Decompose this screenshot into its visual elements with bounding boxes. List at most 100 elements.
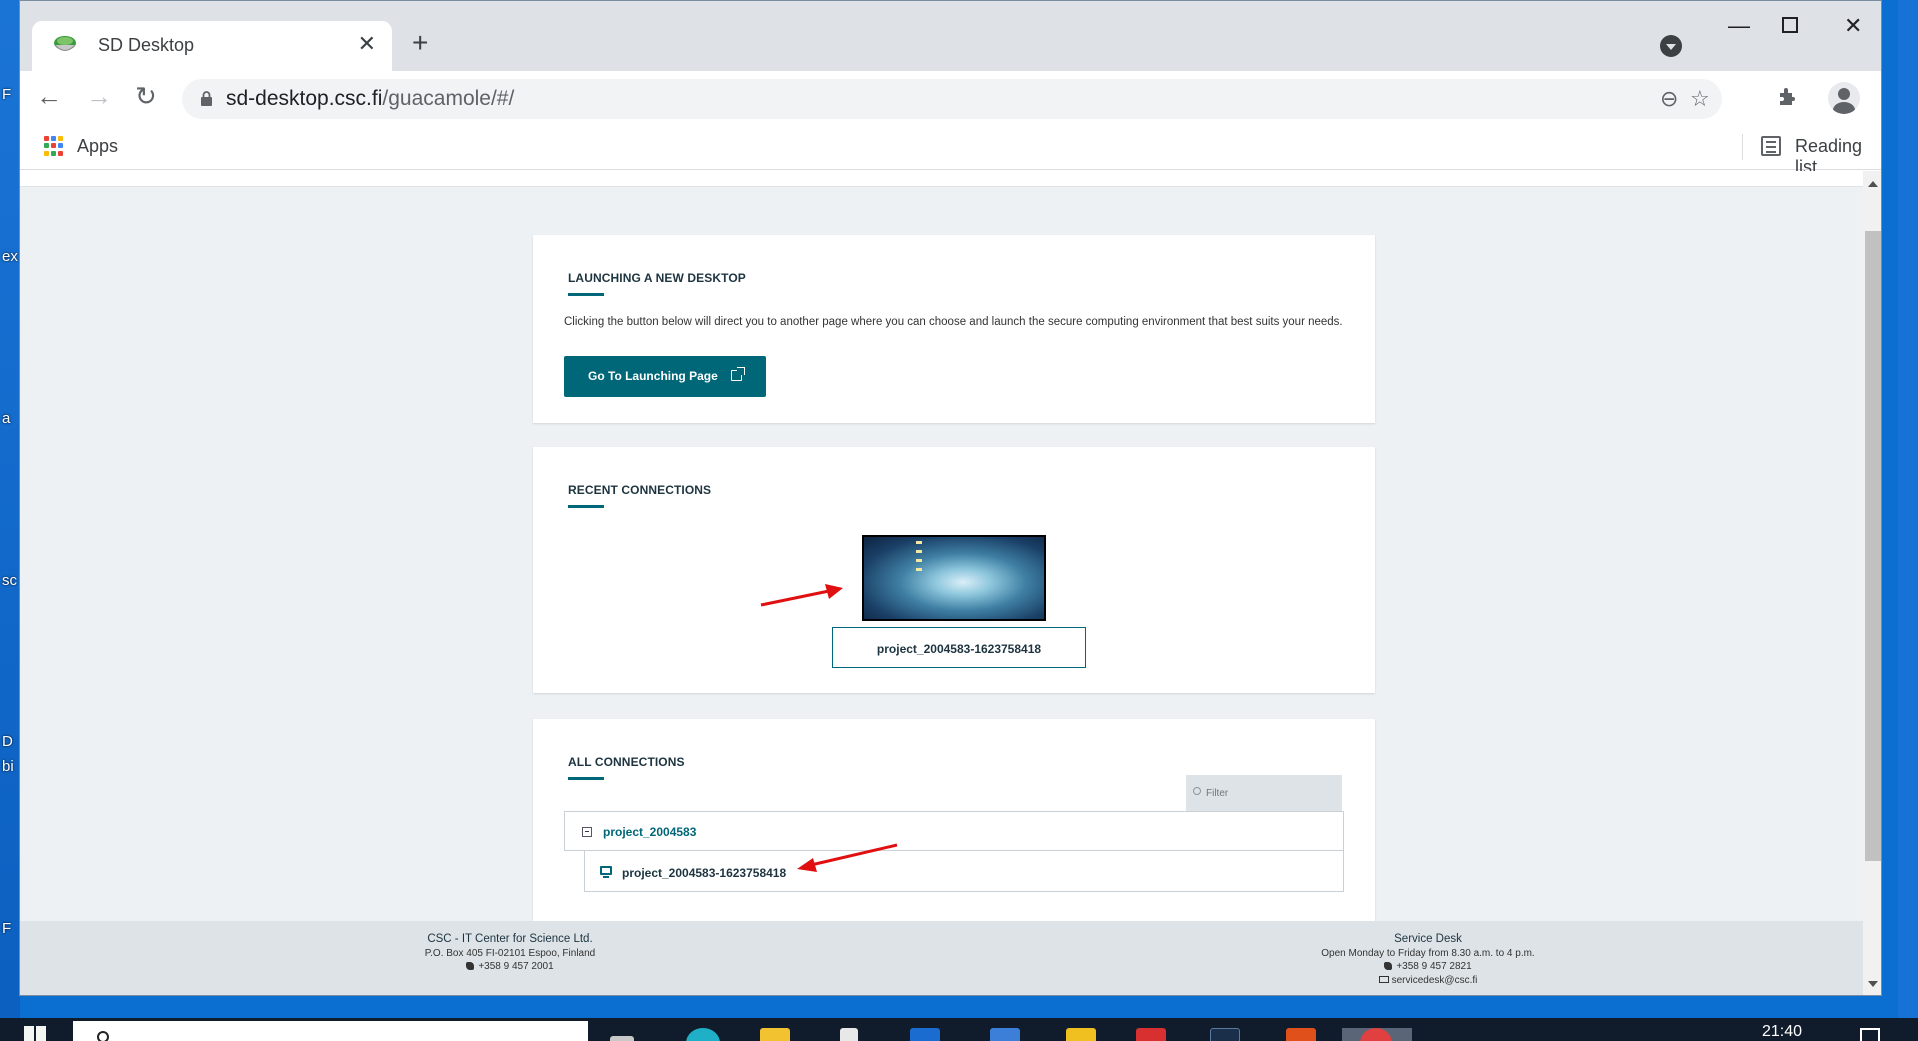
all-connections-card: ALL CONNECTIONS project_2004583 project_… bbox=[533, 719, 1375, 939]
maximize-icon[interactable] bbox=[1782, 17, 1798, 33]
url-path: /guacamole/#/ bbox=[382, 87, 515, 110]
external-link-icon bbox=[731, 367, 745, 381]
page-footer: CSC - IT Center for Science Ltd. P.O. Bo… bbox=[20, 921, 1863, 995]
browser-window: SD Desktop ✕ + — ✕ ← → ↻ sd-desktop.csc.… bbox=[19, 0, 1882, 996]
all-heading: ALL CONNECTIONS bbox=[568, 755, 685, 769]
pinned-app-icon[interactable] bbox=[1136, 1028, 1166, 1041]
connection-label: project_2004583-1623758418 bbox=[622, 866, 787, 880]
minimize-icon[interactable]: — bbox=[1728, 13, 1750, 39]
terminal-app-icon[interactable] bbox=[1210, 1028, 1240, 1041]
annotation-arrow-icon bbox=[760, 584, 843, 607]
search-icon bbox=[97, 1031, 109, 1041]
service-desk-email-line: servicedesk@csc.fi bbox=[1303, 974, 1553, 988]
new-tab-button[interactable]: + bbox=[412, 29, 428, 57]
launch-heading: LAUNCHING A NEW DESKTOP bbox=[568, 271, 746, 285]
tab-title: SD Desktop bbox=[98, 35, 195, 55]
profile-avatar-icon[interactable] bbox=[1828, 82, 1860, 114]
go-to-launching-page-button[interactable]: Go To Launching Page bbox=[564, 356, 766, 397]
apps-bookmark[interactable]: Apps bbox=[77, 136, 118, 157]
footer-company: CSC - IT Center for Science Ltd. P.O. Bo… bbox=[400, 933, 620, 974]
forward-arrow-icon[interactable]: → bbox=[86, 81, 112, 112]
footer-company-name: CSC - IT Center for Science Ltd. bbox=[427, 933, 593, 945]
sticky-notes-icon[interactable] bbox=[1066, 1028, 1096, 1041]
search-icon bbox=[1193, 787, 1201, 795]
lock-icon bbox=[201, 91, 212, 106]
sd-desktop-favicon-icon bbox=[54, 36, 76, 51]
desktop-icon-label[interactable]: F bbox=[2, 920, 11, 937]
preview-desktop-icons bbox=[916, 541, 922, 571]
bookmark-star-icon[interactable]: ☆ bbox=[1690, 86, 1710, 112]
launch-desktop-card: LAUNCHING A NEW DESKTOP Clicking the but… bbox=[533, 235, 1375, 423]
office-app-icon[interactable] bbox=[1286, 1028, 1316, 1041]
page-viewport: LAUNCHING A NEW DESKTOP Clicking the but… bbox=[20, 171, 1881, 995]
footer-phone-line: +358 9 457 2001 bbox=[400, 960, 620, 974]
service-desk-hours: Open Monday to Friday from 8.30 a.m. to … bbox=[1321, 947, 1535, 959]
service-desk-phone-line: +358 9 457 2821 bbox=[1303, 960, 1553, 974]
taskbar-clock[interactable]: 21:40 bbox=[1762, 1023, 1802, 1041]
zoom-icon[interactable]: ⊖ bbox=[1660, 86, 1678, 112]
tab-search-icon[interactable] bbox=[1660, 35, 1682, 57]
store-icon[interactable] bbox=[840, 1028, 858, 1041]
service-desk-email[interactable]: servicedesk@csc.fi bbox=[1392, 975, 1478, 986]
task-view-icon[interactable] bbox=[610, 1036, 634, 1041]
connection-thumbnail[interactable] bbox=[862, 535, 1046, 621]
recent-heading: RECENT CONNECTIONS bbox=[568, 483, 712, 497]
desktop-icon-label[interactable]: a bbox=[2, 410, 10, 427]
reading-list-icon[interactable] bbox=[1761, 136, 1781, 156]
connection-row[interactable]: project_2004583-1623758418 bbox=[584, 851, 1344, 892]
scroll-up-icon[interactable] bbox=[1868, 181, 1878, 187]
filter-input[interactable] bbox=[1206, 784, 1336, 802]
taskbar-search-box[interactable] bbox=[73, 1021, 588, 1041]
bookmarks-bar: Apps Reading list bbox=[20, 126, 1881, 177]
monitor-icon bbox=[600, 866, 612, 878]
heading-underline bbox=[568, 505, 604, 508]
mail-app-icon[interactable] bbox=[910, 1028, 940, 1041]
desktop-background-right bbox=[1898, 0, 1918, 1041]
tab-sd-desktop[interactable]: SD Desktop ✕ bbox=[32, 21, 392, 71]
service-desk-phone: +358 9 457 2821 bbox=[1396, 961, 1472, 972]
page-header-strip bbox=[20, 171, 1881, 187]
edge-browser-icon[interactable] bbox=[686, 1028, 720, 1041]
close-window-icon[interactable]: ✕ bbox=[1844, 13, 1862, 39]
recent-connection-button[interactable]: project_2004583-1623758418 bbox=[832, 627, 1086, 668]
group-label: project_2004583 bbox=[603, 825, 697, 839]
phone-icon bbox=[466, 962, 475, 970]
collapse-minus-icon[interactable] bbox=[582, 827, 592, 837]
reload-icon[interactable]: ↻ bbox=[135, 81, 157, 112]
mail-icon bbox=[1378, 975, 1389, 983]
notifications-icon[interactable] bbox=[1860, 1028, 1880, 1041]
launch-description: Clicking the button below will direct yo… bbox=[564, 316, 1343, 328]
browser-toolbar: ← → ↻ sd-desktop.csc.fi/guacamole/#/ ⊖ ☆… bbox=[20, 71, 1881, 126]
calendar-app-icon[interactable] bbox=[990, 1028, 1020, 1041]
close-tab-icon[interactable]: ✕ bbox=[358, 31, 376, 57]
desktop-icon-label[interactable]: sc bbox=[2, 572, 17, 589]
file-explorer-icon[interactable] bbox=[760, 1028, 790, 1041]
footer-address: P.O. Box 405 FI-02101 Espoo, Finland bbox=[424, 947, 596, 959]
bookmarks-divider bbox=[1742, 134, 1743, 160]
os-taskbar: 21:40 bbox=[0, 1018, 1918, 1041]
heading-underline bbox=[568, 293, 604, 296]
annotation-arrow-icon bbox=[797, 843, 898, 872]
filter-box[interactable] bbox=[1186, 775, 1342, 811]
service-desk-title: Service Desk bbox=[1394, 933, 1462, 945]
footer-phone: +358 9 457 2001 bbox=[478, 961, 554, 972]
vertical-scrollbar[interactable] bbox=[1863, 171, 1881, 995]
phone-icon bbox=[1384, 962, 1393, 970]
tab-strip: SD Desktop ✕ + — ✕ bbox=[20, 1, 1881, 71]
back-arrow-icon[interactable]: ← bbox=[36, 81, 62, 112]
desktop-icon-label[interactable]: D bbox=[2, 733, 13, 750]
desktop-icon-label[interactable]: ex bbox=[2, 248, 18, 265]
apps-grid-icon[interactable] bbox=[44, 136, 64, 156]
address-bar[interactable]: sd-desktop.csc.fi/guacamole/#/ ⊖ ☆ bbox=[182, 79, 1722, 119]
desktop-icon-label[interactable]: bi bbox=[2, 758, 14, 775]
windows-start-icon[interactable] bbox=[24, 1026, 46, 1041]
extensions-puzzle-icon[interactable] bbox=[1776, 85, 1800, 109]
connection-group-row[interactable]: project_2004583 bbox=[564, 811, 1344, 851]
footer-service-desk: Service Desk Open Monday to Friday from … bbox=[1303, 933, 1553, 987]
scrollbar-thumb[interactable] bbox=[1865, 231, 1881, 861]
desktop-preview-image bbox=[864, 537, 1044, 619]
scroll-down-icon[interactable] bbox=[1868, 981, 1878, 987]
heading-underline bbox=[568, 777, 604, 780]
desktop-icon-label[interactable]: F bbox=[2, 86, 11, 103]
desktop-background: F ex a sc D bi F bbox=[0, 0, 20, 1041]
